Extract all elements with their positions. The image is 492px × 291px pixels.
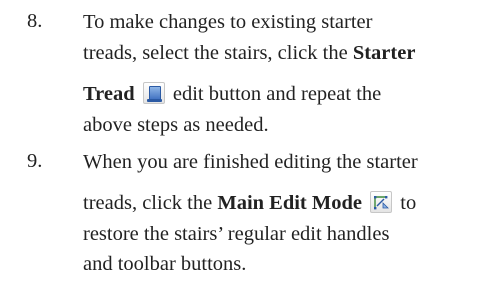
step-8-line-1: To make changes to existing starter [83,11,373,33]
step-number: 9. [27,150,43,172]
step-9-line-4: and toolbar buttons. [83,253,247,275]
step-8-line-3: Tread edit button and repeat the [83,82,382,105]
step-8-line-2: treads, select the stairs, click the Sta… [83,42,416,64]
step-9-line-1: When you are finished editing the starte… [83,151,418,173]
step-9-line-2: treads, click the Main Edit Mode to [83,191,417,214]
starter-label: Starter [352,42,416,64]
tread-label: Tread [83,83,135,105]
main-edit-mode-icon [370,191,393,214]
step-number: 8. [27,10,43,32]
starter-tread-icon [142,82,165,105]
step-9-line-3: restore the stairs’ regular edit handles [83,223,390,245]
main-edit-mode-label: Main Edit Mode [217,192,362,214]
step-8-line-4: above steps as needed. [83,114,269,136]
